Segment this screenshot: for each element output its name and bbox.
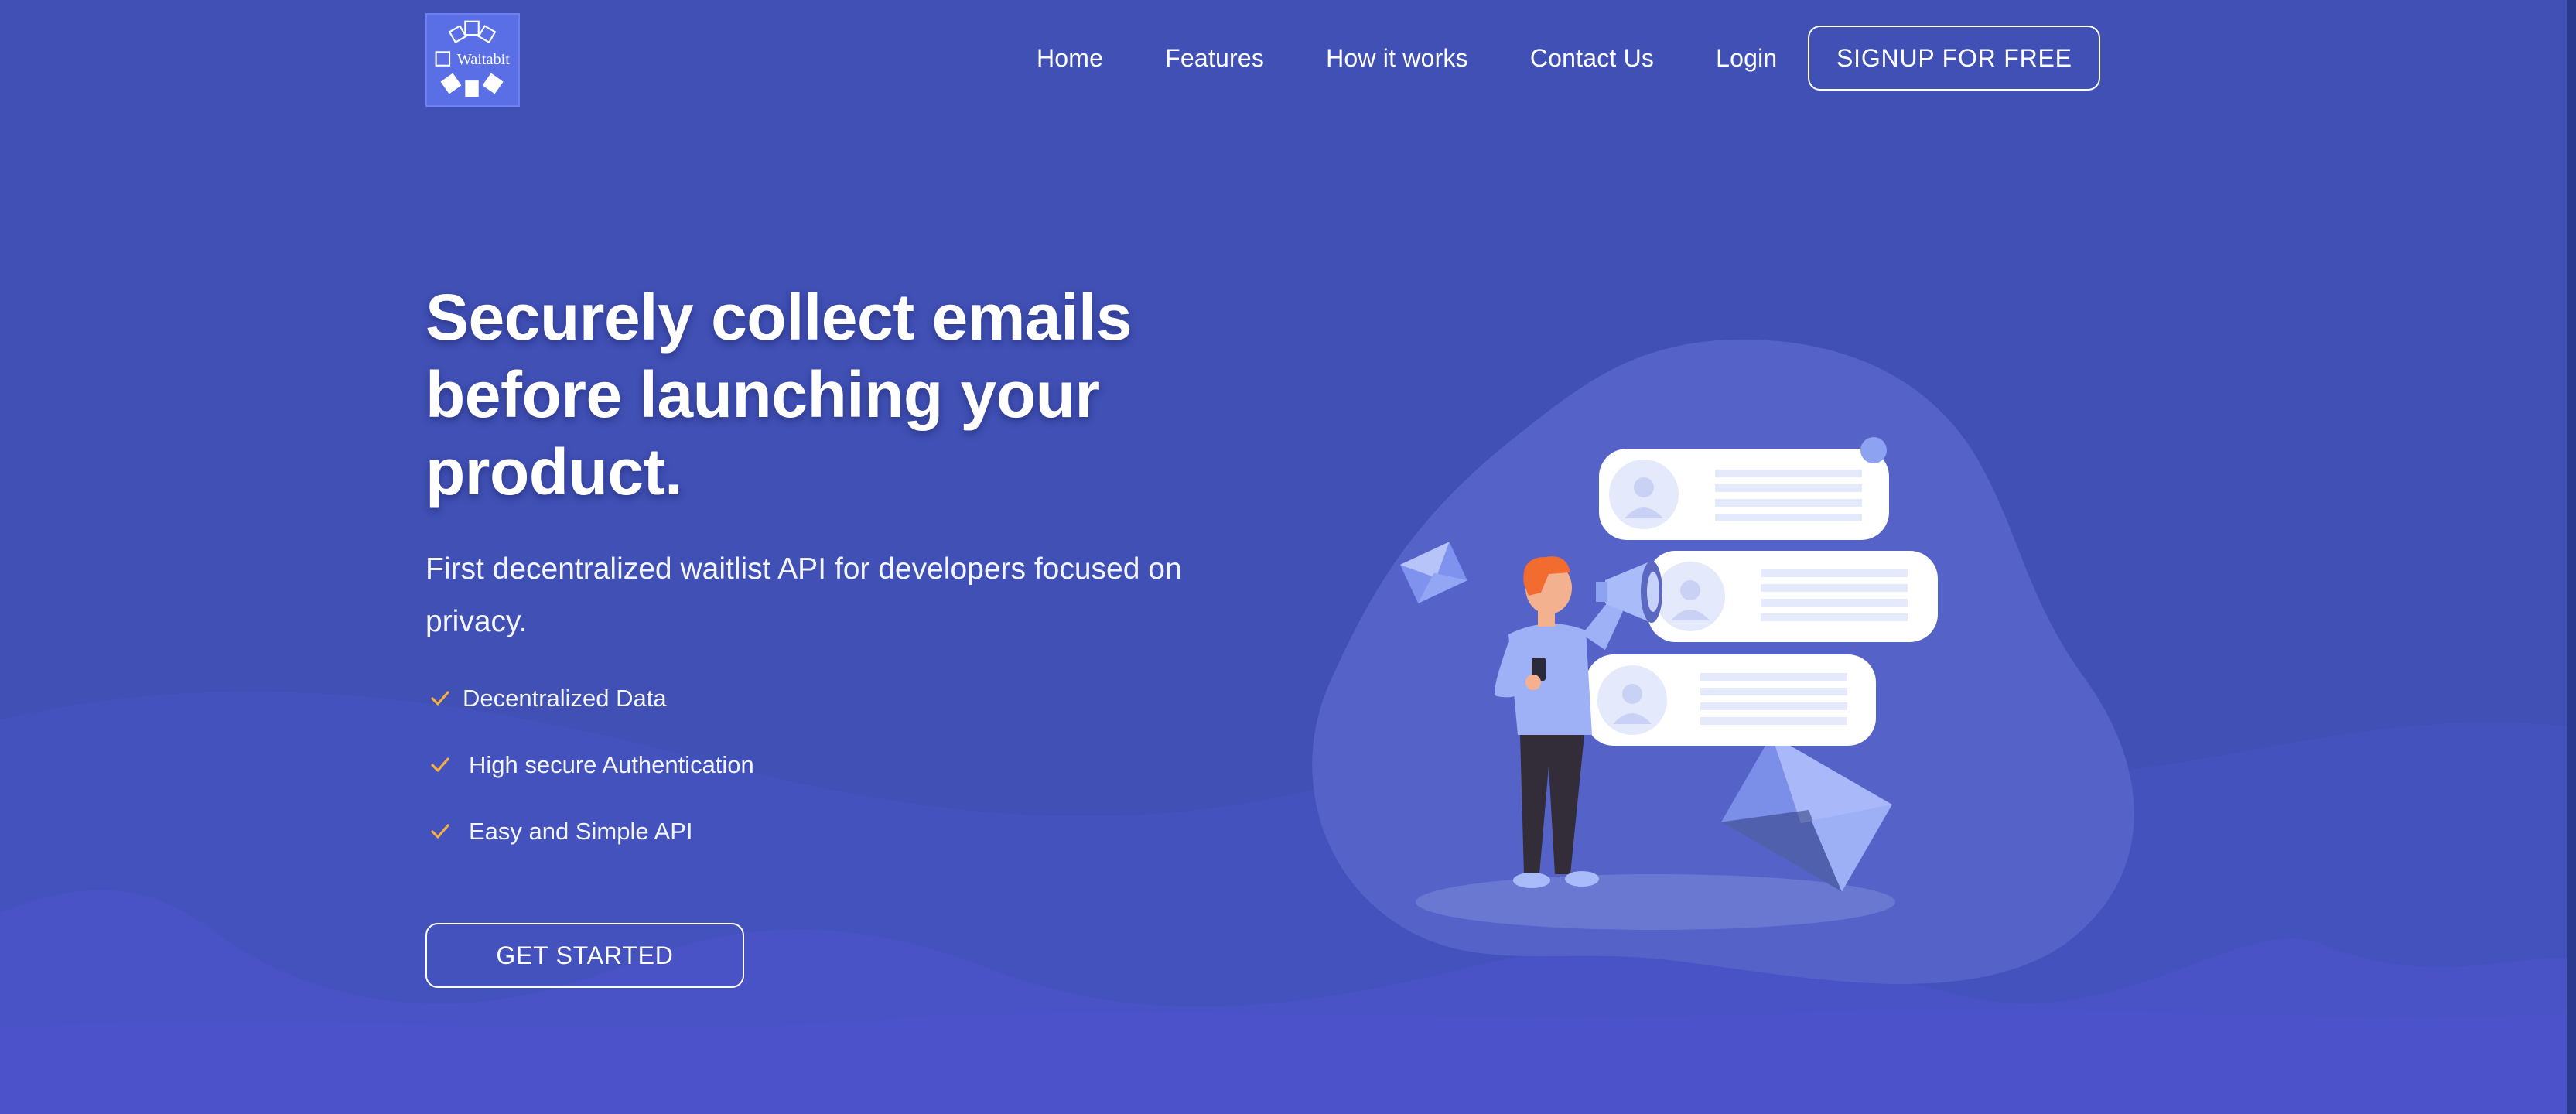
logo[interactable]: Waitabit: [425, 13, 520, 107]
signup-button[interactable]: SIGNUP FOR FREE: [1808, 26, 2101, 91]
logo-icon: Waitabit: [435, 20, 511, 97]
site-header: Waitabit Home Features How it works Cont…: [0, 0, 2576, 116]
hero-title: Securely collect emails before launching…: [425, 281, 1133, 508]
feature-label: High secure Authentication: [469, 751, 754, 778]
profile-card: [1599, 437, 1889, 540]
nav-login[interactable]: Login: [1716, 44, 1777, 73]
page-scroll-edge: [2567, 0, 2576, 1114]
feature-label: Easy and Simple API: [469, 818, 693, 845]
hero-illustration: [1300, 333, 2158, 998]
background-waves: [0, 691, 2576, 1114]
nav-home[interactable]: Home: [1037, 44, 1103, 73]
feature-item: Decentralized Data: [425, 665, 1230, 732]
feature-label: Decentralized Data: [463, 685, 667, 712]
feature-item: High secure Authentication: [425, 732, 1230, 798]
nav-contact-us[interactable]: Contact Us: [1530, 44, 1654, 73]
feature-list: Decentralized Data High secure Authentic…: [425, 665, 1230, 865]
ground-shadow: [1416, 874, 1895, 930]
nav-how-it-works[interactable]: How it works: [1326, 44, 1468, 73]
waitlist-illustration: [1312, 339, 2134, 984]
check-icon: [431, 691, 449, 706]
profile-card: [1586, 654, 1876, 746]
get-started-button[interactable]: GET STARTED: [425, 923, 744, 988]
feature-item: Easy and Simple API: [425, 798, 1230, 865]
profile-card: [1648, 551, 1938, 642]
main-nav: Home Features How it works Contact Us Lo…: [1037, 15, 2101, 101]
check-icon: [431, 757, 449, 772]
nav-features[interactable]: Features: [1165, 44, 1264, 73]
logo-text: Waitabit: [457, 51, 511, 68]
hero-section: Securely collect emails before launching…: [425, 278, 1230, 988]
check-icon: [431, 824, 449, 839]
hero-subtitle: First decentralized waitlist API for dev…: [425, 552, 1182, 638]
